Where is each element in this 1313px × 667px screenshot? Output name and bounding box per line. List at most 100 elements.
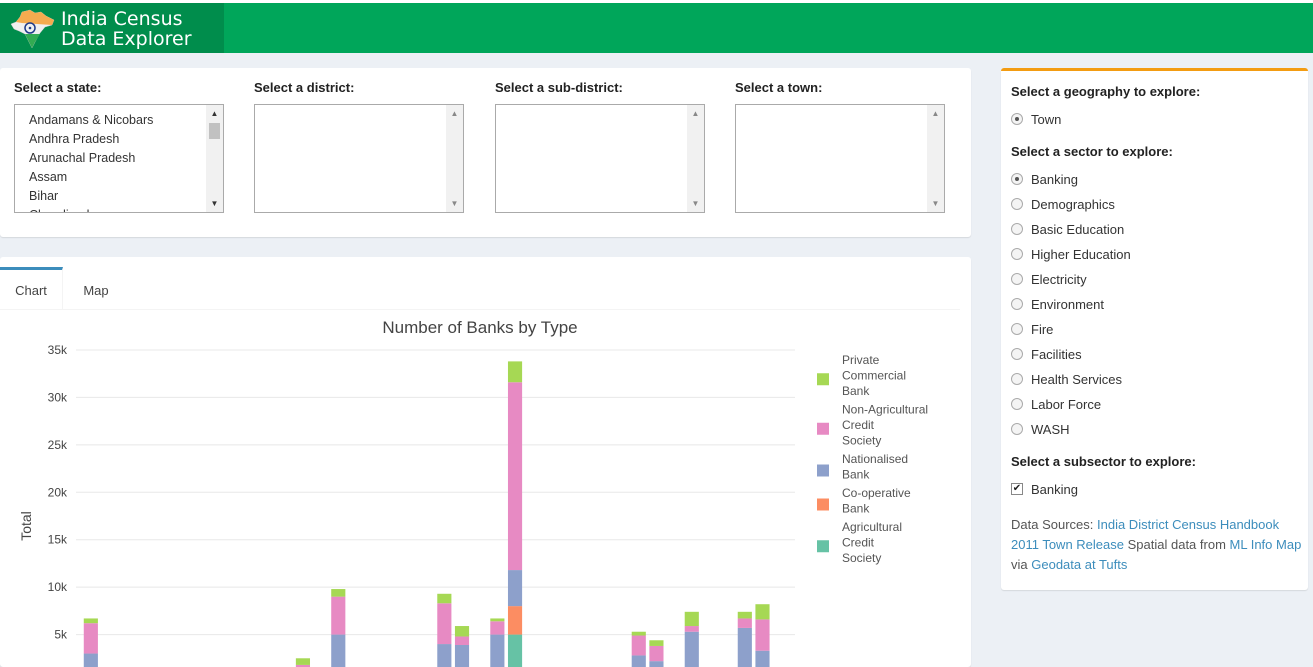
chart-panel: Chart Map Number of Banks by Type 5k 10k 1…: [0, 257, 971, 667]
option-label: Basic Education: [1031, 221, 1125, 237]
district-scrollbar[interactable]: ▲ ▼: [446, 105, 463, 212]
bar-segment: [737, 627, 752, 667]
bar-segment: [331, 634, 346, 667]
district-listbox[interactable]: ▲ ▼: [254, 104, 464, 213]
brand[interactable]: India Census Data Explorer: [0, 3, 224, 53]
scroll-up-icon[interactable]: ▲: [446, 105, 463, 122]
checkbox-banking[interactable]: ✔ Banking: [1011, 479, 1078, 499]
bar-segment: [684, 611, 699, 627]
option-label: WASH: [1031, 421, 1070, 437]
radio-icon[interactable]: [1011, 348, 1023, 360]
legend-label: Bank: [842, 468, 870, 482]
radio-facilities[interactable]: Facilities: [1011, 344, 1082, 364]
subdistrict-scrollbar[interactable]: ▲ ▼: [687, 105, 704, 212]
bar-segment: [490, 621, 505, 635]
bar-segment: [295, 658, 311, 665]
subdistrict-selector: Select a sub-district: ▲ ▼: [495, 80, 705, 213]
bar-segment: [737, 618, 752, 628]
y-tick-label: 30k: [48, 390, 68, 404]
scroll-up-icon[interactable]: ▲: [206, 105, 223, 122]
radio-icon[interactable]: [1011, 173, 1023, 185]
tab-map[interactable]: Map: [63, 267, 129, 310]
radio-icon[interactable]: [1011, 298, 1023, 310]
state-option[interactable]: Andhra Pradesh: [29, 130, 223, 149]
option-label: Demographics: [1031, 196, 1115, 212]
sources-via: via: [1011, 557, 1028, 572]
radio-wash[interactable]: WASH: [1011, 419, 1070, 439]
state-option[interactable]: Bihar: [29, 187, 223, 206]
bar-segment: [631, 631, 646, 636]
scroll-down-icon[interactable]: ▼: [927, 195, 944, 212]
scroll-up-icon[interactable]: ▲: [687, 105, 704, 122]
scroll-thumb[interactable]: [209, 123, 220, 139]
legend-label: Credit: [842, 418, 875, 432]
bar-segment: [83, 653, 98, 667]
subdistrict-listbox[interactable]: ▲ ▼: [495, 104, 705, 213]
radio-icon[interactable]: [1011, 223, 1023, 235]
bar-segment: [507, 634, 523, 667]
state-option[interactable]: Arunachal Pradesh: [29, 149, 223, 168]
bar-segment: [331, 589, 346, 597]
state-option[interactable]: Chandigarh: [29, 206, 223, 212]
bar-segment: [649, 661, 664, 667]
option-label: Health Services: [1031, 371, 1123, 387]
app-title-line2: Data Explorer: [61, 28, 192, 50]
legend-label: Commercial: [842, 369, 906, 383]
radio-demographics[interactable]: Demographics: [1011, 194, 1115, 214]
radio-icon[interactable]: [1011, 323, 1023, 335]
radio-banking[interactable]: Banking: [1011, 169, 1078, 189]
chart-title: Number of Banks by Type: [382, 318, 578, 337]
bar-segment: [437, 644, 452, 667]
town-listbox[interactable]: ▲ ▼: [735, 104, 945, 213]
subsector-heading: Select a subsector to explore:: [1011, 454, 1196, 469]
legend-label: Credit: [842, 536, 875, 550]
legend-label: Nationalised: [842, 452, 908, 466]
state-listbox[interactable]: Andamans & Nicobars Andhra Pradesh Arunach…: [14, 104, 224, 213]
radio-icon[interactable]: [1011, 373, 1023, 385]
state-option[interactable]: Andamans & Nicobars: [29, 111, 223, 130]
radio-icon[interactable]: [1011, 273, 1023, 285]
town-scrollbar[interactable]: ▲ ▼: [927, 105, 944, 212]
radio-icon[interactable]: [1011, 113, 1023, 125]
scroll-down-icon[interactable]: ▼: [446, 195, 463, 212]
explore-options-panel: Select a geography to explore: Town Sele…: [1001, 68, 1308, 590]
scroll-down-icon[interactable]: ▼: [206, 195, 223, 212]
radio-higher-education[interactable]: Higher Education: [1011, 244, 1131, 264]
radio-icon[interactable]: [1011, 398, 1023, 410]
geography-heading: Select a geography to explore:: [1011, 84, 1201, 99]
radio-fire[interactable]: Fire: [1011, 319, 1053, 339]
bar-segment: [631, 655, 646, 667]
radio-town[interactable]: Town: [1011, 109, 1061, 129]
legend-label: Society: [842, 551, 881, 565]
geodata-tufts-link[interactable]: Geodata at Tufts: [1031, 557, 1127, 572]
bank-type-chart[interactable]: 5k 10k 15k 20k 25k 30k 35k Total Private Commerci…: [0, 337, 960, 667]
bar-segment: [684, 631, 699, 667]
sector-heading: Select a sector to explore:: [1011, 144, 1173, 159]
option-label: Higher Education: [1031, 246, 1131, 262]
radio-icon[interactable]: [1011, 423, 1023, 435]
y-tick-label: 20k: [48, 485, 68, 499]
radio-health-services[interactable]: Health Services: [1011, 369, 1122, 389]
scroll-down-icon[interactable]: ▼: [687, 195, 704, 212]
bar-segment: [490, 618, 505, 622]
y-axis-title: Total: [18, 511, 34, 541]
bar-segment: [755, 604, 770, 620]
checkbox-icon[interactable]: ✔: [1011, 483, 1023, 495]
legend-swatch: [817, 464, 829, 477]
tab-chart[interactable]: Chart: [0, 267, 63, 310]
radio-environment[interactable]: Environment: [1011, 294, 1104, 314]
ml-info-map-link[interactable]: ML Info Map: [1230, 537, 1302, 552]
legend-label: Private: [842, 353, 880, 367]
view-tabs: Chart Map: [0, 267, 960, 310]
radio-icon[interactable]: [1011, 198, 1023, 210]
state-option[interactable]: Assam: [29, 168, 223, 187]
radio-electricity[interactable]: Electricity: [1011, 269, 1087, 289]
scroll-up-icon[interactable]: ▲: [927, 105, 944, 122]
option-label: Fire: [1031, 321, 1054, 337]
radio-icon[interactable]: [1011, 248, 1023, 260]
y-tick-label: 25k: [48, 438, 68, 452]
radio-basic-education[interactable]: Basic Education: [1011, 219, 1124, 239]
state-scrollbar[interactable]: ▲ ▼: [206, 105, 223, 212]
radio-labor-force[interactable]: Labor Force: [1011, 394, 1101, 414]
option-label: Labor Force: [1031, 396, 1102, 412]
